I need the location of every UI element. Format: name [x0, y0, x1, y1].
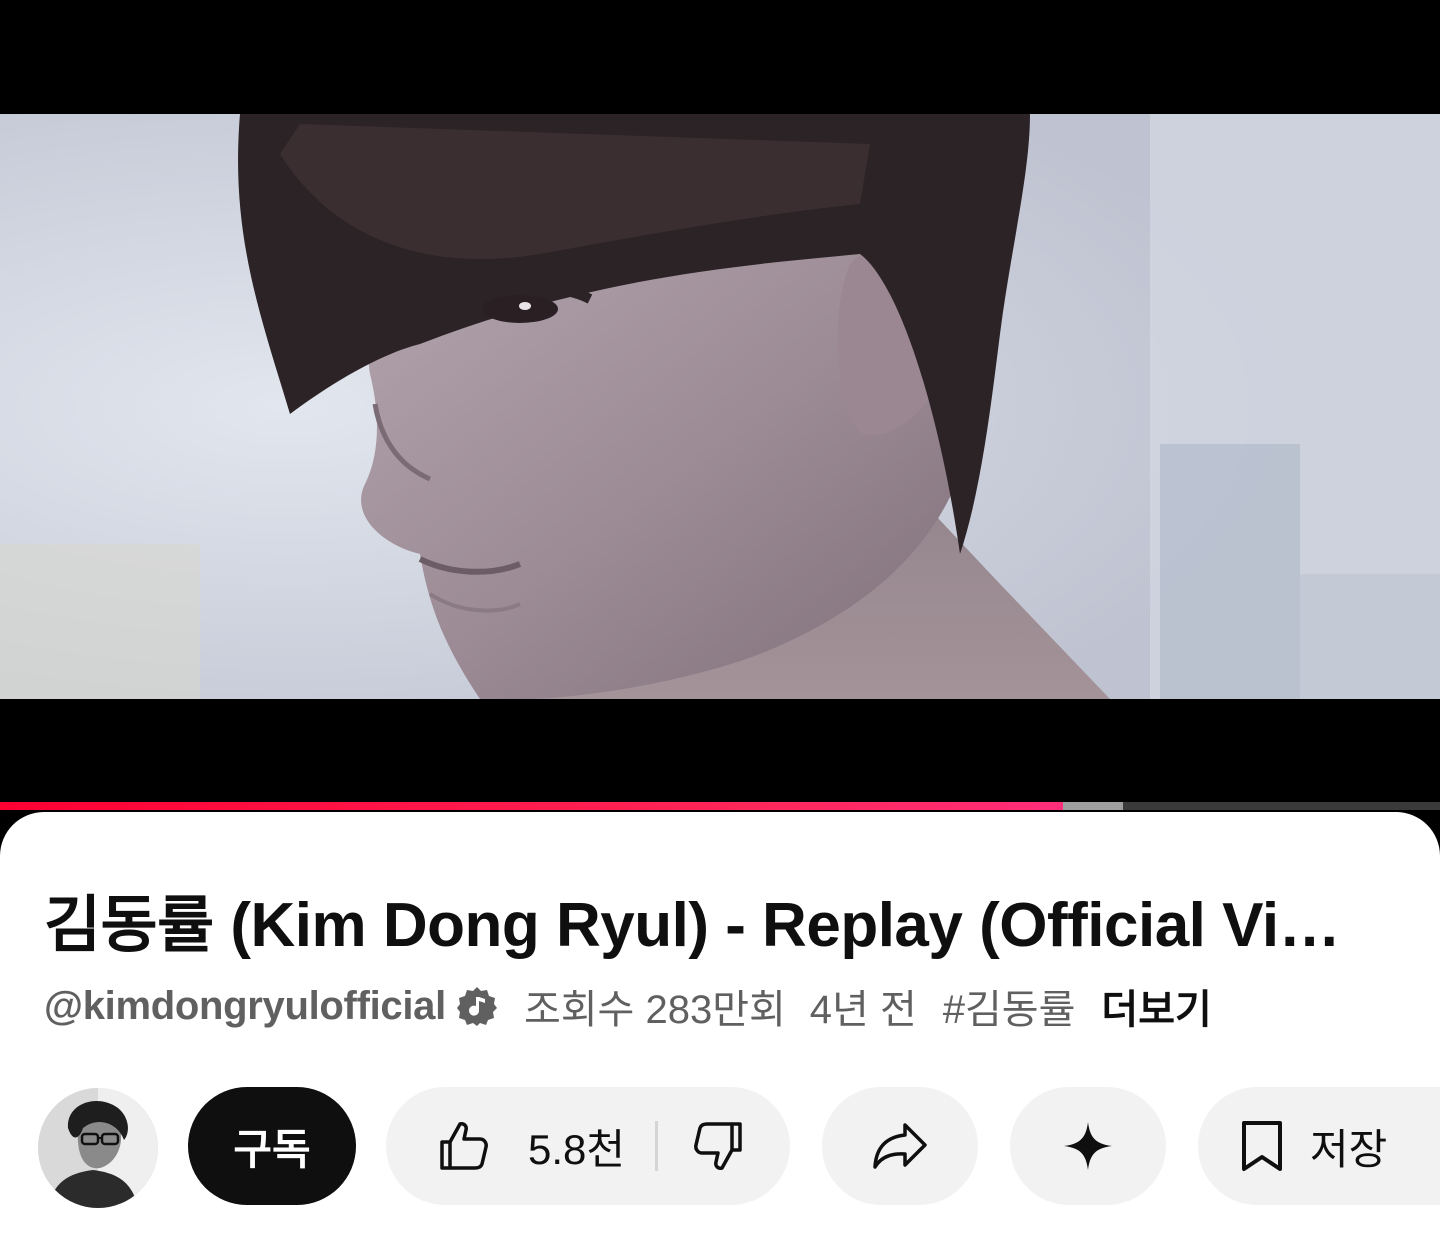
- progress-played: [0, 802, 1063, 810]
- subscribe-button[interactable]: 구독: [188, 1087, 356, 1205]
- share-button[interactable]: [822, 1087, 978, 1205]
- view-count: 조회수 283만회: [523, 988, 786, 1032]
- video-title[interactable]: 김동률 (Kim Dong Ryul) - Replay (Official V…: [44, 874, 1394, 964]
- video-frame[interactable]: [0, 114, 1440, 699]
- upload-age: 4년 전: [809, 988, 917, 1032]
- official-artist-note-icon: [456, 985, 498, 1027]
- video-watch-page: 김동률 (Kim Dong Ryul) - Replay (Official V…: [0, 0, 1440, 1258]
- video-still-image: [0, 114, 1440, 699]
- like-dislike-group: 5.8천: [386, 1087, 790, 1205]
- sparkle-icon: [1062, 1120, 1114, 1172]
- hashtag-link[interactable]: #김동률: [943, 977, 1076, 1035]
- action-bar: 구독 5.8천 저장: [0, 1086, 1440, 1208]
- like-count[interactable]: 5.8천: [528, 1116, 625, 1177]
- share-icon: [871, 1121, 929, 1171]
- progress-bar[interactable]: [0, 802, 1440, 810]
- thumbs-down-icon[interactable]: [692, 1120, 744, 1172]
- ask-ai-button[interactable]: [1010, 1087, 1166, 1205]
- bookmark-icon: [1238, 1119, 1286, 1173]
- channel-handle[interactable]: @kimdongryulofficial: [44, 984, 446, 1029]
- more-button[interactable]: 더보기: [1101, 977, 1211, 1035]
- video-meta-row[interactable]: @kimdongryulofficial 조회수 283만회 4년 전 #김동률…: [44, 982, 1212, 1033]
- like-divider: [655, 1121, 659, 1171]
- video-player[interactable]: [0, 0, 1440, 812]
- video-info-sheet: 김동률 (Kim Dong Ryul) - Replay (Official V…: [0, 812, 1440, 1258]
- save-button[interactable]: 저장: [1198, 1087, 1440, 1205]
- channel-avatar[interactable]: [38, 1088, 158, 1208]
- save-label: 저장: [1310, 1125, 1388, 1173]
- thumbs-up-icon[interactable]: [438, 1120, 490, 1172]
